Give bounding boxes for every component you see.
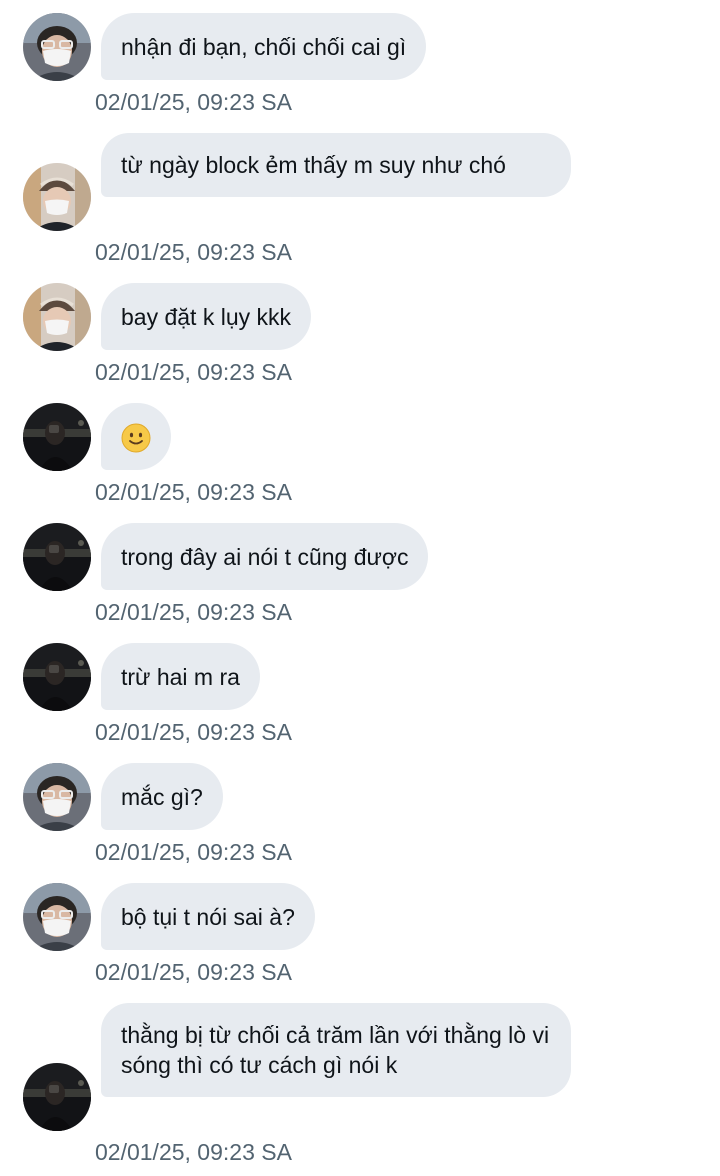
avatar-image xyxy=(23,523,91,591)
message-bubble[interactable]: trừ hai m ra xyxy=(101,643,260,710)
message-timestamp: 02/01/25, 09:23 SA xyxy=(95,599,292,625)
message-timestamp: 02/01/25, 09:23 SA xyxy=(95,359,292,385)
message-timestamp: 02/01/25, 09:23 SA xyxy=(95,479,292,505)
avatar[interactable] xyxy=(23,283,91,351)
avatar-image xyxy=(23,283,91,351)
avatar[interactable] xyxy=(23,13,91,81)
message-bubble[interactable]: bay đặt k lụy kkk xyxy=(101,283,312,350)
avatar-image xyxy=(23,1063,91,1131)
avatar-image xyxy=(23,163,91,231)
avatar-image xyxy=(23,763,91,831)
message-bubble[interactable]: trong đây ai nói t cũng được xyxy=(101,523,429,590)
avatar[interactable] xyxy=(23,523,91,591)
avatar-image xyxy=(23,13,91,81)
avatar[interactable] xyxy=(23,643,91,711)
message-bubble[interactable]: mắc gì? xyxy=(101,763,223,830)
message-timestamp: 02/01/25, 09:23 SA xyxy=(95,839,292,865)
avatar[interactable] xyxy=(23,883,91,951)
avatar[interactable] xyxy=(23,1063,91,1131)
message-bubble[interactable]: nhận đi bạn, chối chối cai gì xyxy=(101,13,427,80)
message-timestamp: 02/01/25, 09:23 SA xyxy=(95,719,292,745)
message-timestamp: 02/01/25, 09:23 SA xyxy=(95,959,292,985)
slightly-smiling-face-icon xyxy=(121,423,151,453)
avatar-image xyxy=(23,643,91,711)
avatar[interactable] xyxy=(23,163,91,231)
message-bubble[interactable] xyxy=(101,403,171,470)
message-timestamp: 02/01/25, 09:23 SA xyxy=(95,239,292,265)
avatar-image xyxy=(23,403,91,471)
message-timestamp: 02/01/25, 09:23 SA xyxy=(95,89,292,115)
message-bubble[interactable]: thằng bị từ chối cả trăm lần với thằng l… xyxy=(101,1003,571,1097)
avatar[interactable] xyxy=(23,403,91,471)
message-bubble[interactable]: bộ tụi t nói sai à? xyxy=(101,883,315,950)
message-timestamp: 02/01/25, 09:23 SA xyxy=(95,1139,292,1165)
avatar-image xyxy=(23,883,91,951)
message-bubble[interactable]: từ ngày block ẻm thấy m suy như chó xyxy=(101,133,571,197)
avatar[interactable] xyxy=(23,763,91,831)
